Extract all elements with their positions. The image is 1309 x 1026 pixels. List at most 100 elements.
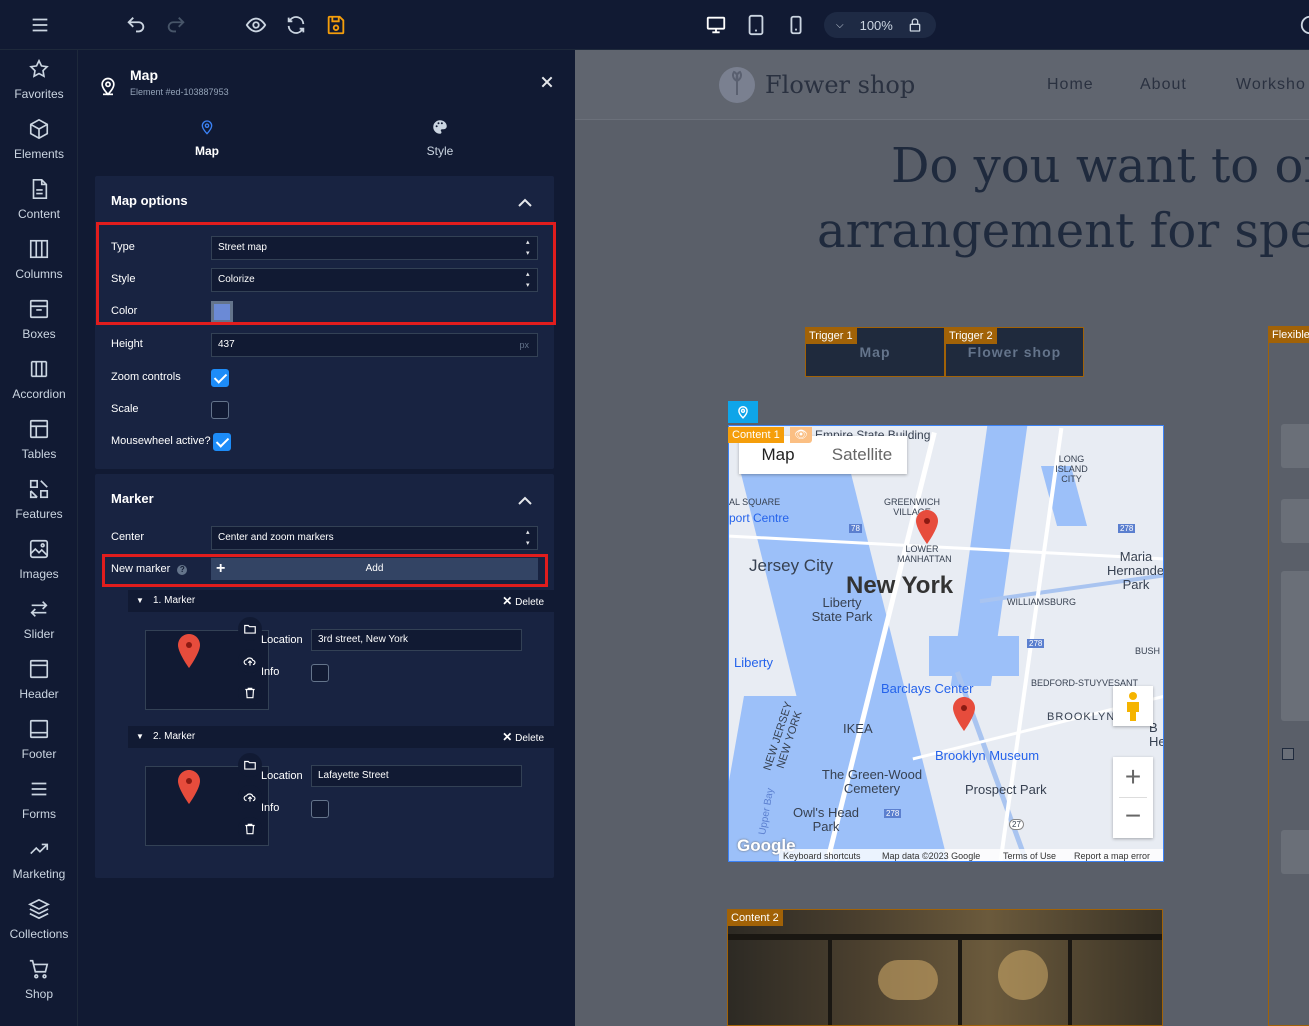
marker-pin-icon[interactable] — [916, 510, 938, 544]
rail-item-tables[interactable]: Tables — [0, 418, 78, 478]
preview-eye-icon[interactable] — [243, 12, 269, 38]
rail-item-images[interactable]: Images — [0, 538, 78, 598]
form-field[interactable] — [1281, 424, 1309, 468]
accordion-icon — [28, 358, 50, 387]
info-checkbox[interactable] — [311, 800, 329, 818]
satellite-tab[interactable]: Satellite — [817, 436, 907, 474]
trash-icon[interactable] — [238, 681, 262, 705]
height-input[interactable]: 437 px — [211, 333, 538, 357]
delete-marker-button[interactable]: ✕ Delete — [502, 726, 544, 750]
marker-item-header[interactable]: ▼ 2. Marker ✕ Delete — [128, 726, 554, 748]
rail-item-marketing[interactable]: Marketing — [0, 838, 78, 898]
zoom-in-button[interactable]: + — [1113, 757, 1153, 797]
scale-checkbox[interactable] — [211, 401, 229, 419]
marker-pin-icon[interactable] — [953, 697, 975, 731]
rail-item-label: Content — [17, 207, 61, 221]
redo-icon[interactable] — [163, 12, 189, 38]
terms-link[interactable]: Terms of Use — [1003, 849, 1056, 861]
location-input[interactable]: Lafayette Street — [311, 765, 522, 787]
location-label: Location — [261, 634, 303, 646]
left-rail: Favorites Elements Content Columns Boxes Acco… — [0, 50, 78, 1026]
flexible-tag: Flexible — [1268, 327, 1309, 343]
rail-item-features[interactable]: Features — [0, 478, 78, 538]
undo-icon[interactable] — [123, 12, 149, 38]
forms-icon — [28, 778, 50, 807]
center-select[interactable]: Center and zoom markers — [211, 526, 538, 550]
rail-item-label: Favorites — [14, 87, 64, 101]
folder-icon[interactable] — [238, 753, 262, 777]
lock-icon[interactable] — [907, 17, 923, 33]
flower-logo-icon — [719, 67, 755, 103]
panel-title: Map — [130, 67, 158, 83]
rail-item-content[interactable]: Content — [0, 178, 78, 238]
upload-icon[interactable] — [238, 785, 262, 809]
google-map[interactable]: Empire State Building LONG ISLAND CITY G… — [728, 425, 1164, 862]
rail-item-label: Collections — [9, 927, 69, 941]
map-label: The Green-Wood Cemetery — [821, 767, 923, 796]
chevron-up-icon[interactable] — [517, 492, 533, 505]
folder-icon[interactable] — [238, 617, 262, 641]
upload-icon[interactable] — [238, 649, 262, 673]
keyboard-shortcuts-link[interactable]: Keyboard shortcuts — [783, 849, 861, 861]
rail-item-label: Images — [19, 567, 59, 581]
rail-item-collections[interactable]: Collections — [0, 898, 78, 958]
map-label: BUSH — [1135, 646, 1161, 656]
rail-item-boxes[interactable]: Boxes — [0, 298, 78, 358]
form-textarea[interactable] — [1281, 571, 1309, 721]
close-icon[interactable] — [539, 74, 555, 90]
table-icon — [28, 418, 50, 447]
zoom-out-button[interactable]: − — [1113, 798, 1153, 838]
rail-item-shop[interactable]: Shop — [0, 958, 78, 1018]
rail-item-label: Elements — [13, 147, 65, 161]
zoom-controls-checkbox[interactable] — [211, 369, 229, 387]
element-pin-badge[interactable] — [728, 401, 758, 423]
location-input[interactable]: 3rd street, New York — [311, 629, 522, 651]
cart-icon — [28, 958, 50, 987]
map-label: Maria Hernandez Park — [1107, 549, 1164, 592]
marker-item-header[interactable]: ▼ 1. Marker ✕ Delete — [128, 590, 554, 612]
rail-item-elements[interactable]: Elements — [0, 118, 78, 178]
content-tag: Content 2 — [727, 910, 783, 926]
form-field[interactable] — [1281, 499, 1309, 543]
rail-item-accordion[interactable]: Accordion — [0, 358, 78, 418]
info-checkbox[interactable] — [311, 664, 329, 682]
trash-icon[interactable] — [238, 817, 262, 841]
desktop-icon[interactable] — [703, 12, 729, 38]
form-field[interactable] — [1281, 830, 1309, 874]
zoom-control[interactable]: ⌵ 100% — [824, 12, 936, 38]
rail-item-columns[interactable]: Columns — [0, 238, 78, 298]
tab-style[interactable]: Style — [390, 118, 490, 162]
refresh-icon[interactable] — [283, 12, 309, 38]
rail-item-forms[interactable]: Forms — [0, 778, 78, 838]
nav-about[interactable]: About — [1140, 76, 1187, 94]
save-icon[interactable] — [323, 12, 349, 38]
tab-map[interactable]: Map — [158, 118, 256, 162]
menu-icon[interactable] — [27, 12, 53, 38]
mousewheel-checkbox[interactable] — [213, 433, 231, 451]
center-label: Center — [111, 531, 145, 543]
site-brand[interactable]: Flower shop — [765, 71, 915, 99]
rail-item-label: Header — [19, 687, 59, 701]
highlight-box — [96, 222, 556, 325]
map-label: Barclays Center — [881, 681, 974, 696]
nav-home[interactable]: Home — [1047, 76, 1094, 94]
height-unit: px — [519, 340, 529, 350]
rail-item-header[interactable]: Header — [0, 658, 78, 718]
route-shield: 78 — [849, 524, 862, 533]
street-view-pegman-icon[interactable] — [1113, 686, 1153, 726]
visibility-eye-icon[interactable]: 👁 — [790, 427, 812, 443]
report-error-link[interactable]: Report a map error — [1074, 849, 1150, 861]
highlight-box — [102, 554, 548, 587]
map-label: Prospect Park — [965, 782, 1047, 797]
rail-item-favorites[interactable]: Favorites — [0, 58, 78, 118]
rail-item-footer[interactable]: Footer — [0, 718, 78, 778]
chevron-up-icon[interactable] — [517, 194, 533, 207]
map-pin-icon — [98, 74, 118, 98]
mobile-icon[interactable] — [783, 12, 809, 38]
nav-workshop[interactable]: Worksho — [1236, 76, 1306, 94]
rail-item-slider[interactable]: Slider — [0, 598, 78, 658]
form-checkbox[interactable] — [1282, 748, 1294, 760]
settings-icon[interactable] — [1297, 12, 1309, 38]
tablet-icon[interactable] — [743, 12, 769, 38]
delete-marker-button[interactable]: ✕ Delete — [502, 590, 544, 614]
